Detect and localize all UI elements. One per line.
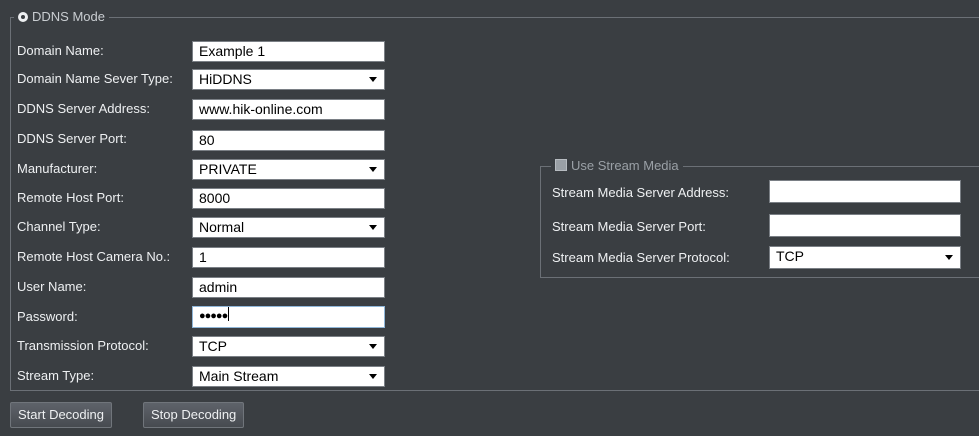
remote-host-camera-no-label: Remote Host Camera No.: xyxy=(17,249,171,264)
ddns-server-port-input[interactable]: 80 xyxy=(192,130,385,151)
domain-name-server-type-value: HiDDNS xyxy=(199,71,252,87)
text-cursor xyxy=(228,307,230,321)
user-name-label: User Name: xyxy=(17,279,87,294)
domain-name-label: Domain Name: xyxy=(17,43,104,58)
manufacturer-value: PRIVATE xyxy=(199,161,257,177)
ddns-server-port-value: 80 xyxy=(199,132,215,148)
ddns-mode-legend[interactable]: DDNS Mode xyxy=(14,10,109,24)
stream-media-server-protocol-value: TCP xyxy=(776,248,804,264)
stream-type-label: Stream Type: xyxy=(17,368,95,383)
chevron-down-icon xyxy=(369,167,377,172)
channel-type-label: Channel Type: xyxy=(17,219,101,234)
ddns-server-port-label: DDNS Server Port: xyxy=(17,131,127,146)
chevron-down-icon xyxy=(369,225,377,230)
stream-type-select[interactable]: Main Stream xyxy=(192,366,385,387)
remote-host-camera-no-input[interactable]: 1 xyxy=(192,247,385,268)
stream-media-server-protocol-select[interactable]: TCP xyxy=(769,246,961,269)
domain-name-value: Example 1 xyxy=(199,43,266,59)
remote-host-camera-no-value: 1 xyxy=(199,249,207,265)
domain-name-server-type-label: Domain Name Sever Type: xyxy=(17,71,173,86)
manufacturer-select[interactable]: PRIVATE xyxy=(192,159,385,180)
stop-decoding-button[interactable]: Stop Decoding xyxy=(143,402,245,428)
stream-media-server-port-label: Stream Media Server Port: xyxy=(552,219,706,234)
password-input[interactable]: ●●●●● xyxy=(192,306,385,328)
radio-selected-icon[interactable] xyxy=(18,12,28,22)
channel-type-select[interactable]: Normal xyxy=(192,217,385,238)
chevron-down-icon xyxy=(945,255,953,260)
channel-type-value: Normal xyxy=(199,219,245,235)
start-decoding-button[interactable]: Start Decoding xyxy=(10,402,112,428)
chevron-down-icon xyxy=(369,77,377,82)
stream-media-server-protocol-label: Stream Media Server Protocol: xyxy=(552,250,730,265)
transmission-protocol-value: TCP xyxy=(199,338,227,354)
chevron-down-icon xyxy=(369,374,377,379)
transmission-protocol-label: Transmission Protocol: xyxy=(17,338,149,353)
stream-media-server-port-input[interactable] xyxy=(769,214,961,237)
ddns-server-address-label: DDNS Server Address: xyxy=(17,101,150,116)
stream-media-server-address-label: Stream Media Server Address: xyxy=(552,185,730,200)
domain-name-input[interactable]: Example 1 xyxy=(192,41,385,62)
user-name-value: admin xyxy=(199,279,238,295)
remote-host-port-input[interactable]: 8000 xyxy=(192,188,385,209)
user-name-input[interactable]: admin xyxy=(192,277,385,298)
stream-media-server-address-input[interactable] xyxy=(769,180,961,203)
transmission-protocol-select[interactable]: TCP xyxy=(192,336,385,357)
chevron-down-icon xyxy=(369,344,377,349)
remote-host-port-label: Remote Host Port: xyxy=(17,190,124,205)
stream-type-value: Main Stream xyxy=(199,368,279,384)
stream-media-legend[interactable]: Use Stream Media xyxy=(551,159,683,173)
manufacturer-label: Manufacturer: xyxy=(17,161,98,176)
remote-host-port-value: 8000 xyxy=(199,190,231,206)
checkbox-disabled-icon[interactable] xyxy=(555,159,567,171)
password-label: Password: xyxy=(17,309,78,324)
use-stream-media-label: Use Stream Media xyxy=(571,158,679,173)
password-value: ●●●●● xyxy=(199,310,228,322)
domain-name-server-type-select[interactable]: HiDDNS xyxy=(192,69,385,90)
ddns-server-address-value: www.hik-online.com xyxy=(199,101,323,117)
ddns-server-address-input[interactable]: www.hik-online.com xyxy=(192,99,385,120)
ddns-mode-label: DDNS Mode xyxy=(32,9,105,24)
